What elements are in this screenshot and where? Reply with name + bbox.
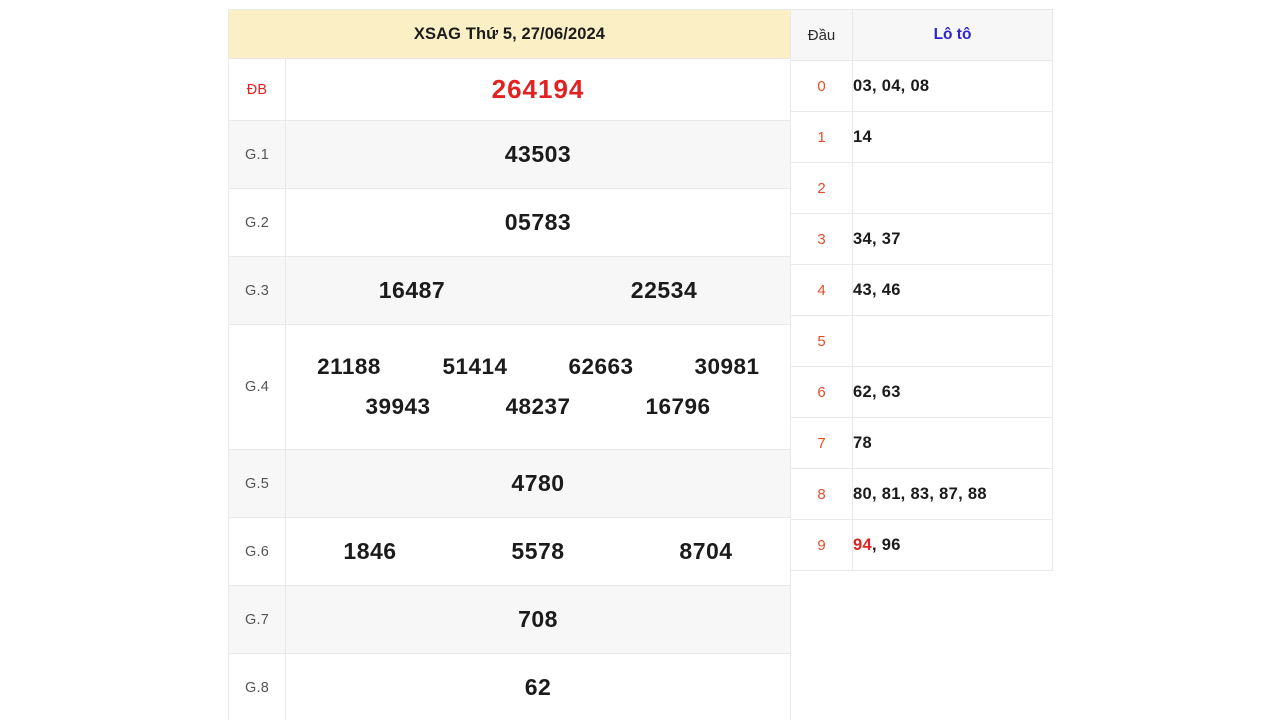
prize-number: 16796: [645, 394, 711, 419]
table-row[interactable]: G.7 708: [228, 585, 792, 654]
prize-label-g2: G.2: [228, 188, 286, 257]
loto-numbers-0: 03, 04, 08: [852, 60, 1053, 112]
table-row[interactable]: 8 80, 81, 83, 87, 88: [790, 468, 1053, 520]
loto-highlight-number: 94: [853, 535, 872, 554]
table-row[interactable]: 2: [790, 162, 1053, 214]
prize-number: 22534: [630, 277, 698, 303]
prize-number: 30981: [694, 354, 760, 379]
prize-number: 21188: [317, 354, 381, 379]
loto-dau-0: 0: [790, 60, 853, 112]
prize-label-g3: G.3: [228, 256, 286, 325]
prize-number: 05783: [504, 209, 572, 235]
table-row[interactable]: 0 03, 04, 08: [790, 60, 1053, 112]
loto-numbers-8: 80, 81, 83, 87, 88: [852, 468, 1053, 520]
loto-header-loto: Lô tô: [852, 9, 1053, 61]
loto-dau-8: 8: [790, 468, 853, 520]
loto-numbers-4: 43, 46: [852, 264, 1053, 316]
loto-numbers-3: 34, 37: [852, 213, 1053, 265]
loto-rest-numbers: , 96: [871, 535, 901, 554]
page-title: XSAG Thứ 5, 27/06/2024: [227, 9, 792, 59]
loto-summary-table: Đầu Lô tô 0 03, 04, 08 1 14 2 3 34, 37 4: [790, 9, 1053, 571]
table-row[interactable]: G.2 05783: [228, 188, 792, 257]
prize-number: 1846: [343, 538, 397, 564]
prize-label-g1: G.1: [228, 120, 286, 189]
prize-label-g4: G.4: [228, 324, 286, 450]
table-row[interactable]: G.5 4780: [228, 449, 792, 518]
prize-values-g2: 05783: [284, 188, 792, 257]
prize-number: 5578: [511, 538, 565, 564]
prize-number: 264194: [491, 74, 585, 104]
loto-dau-9: 9: [790, 519, 853, 571]
prize-number: 708: [518, 606, 558, 632]
table-row[interactable]: G.1 43503: [228, 120, 792, 189]
prize-number: 39943: [365, 394, 431, 419]
prize-label-db: ĐB: [228, 58, 286, 121]
table-row[interactable]: 1 14: [790, 111, 1053, 163]
prize-number: 43503: [504, 141, 572, 167]
prize-values-db: 264194: [284, 58, 792, 121]
prize-number: 4780: [511, 470, 565, 496]
prize-label-g7: G.7: [228, 585, 286, 654]
loto-dau-7: 7: [790, 417, 853, 469]
loto-numbers-5: [852, 315, 1053, 367]
table-row[interactable]: ĐB 264194: [228, 58, 792, 121]
prize-values-g5: 4780: [284, 449, 792, 518]
prize-label-g6: G.6: [228, 517, 286, 586]
table-row[interactable]: G.8 62: [228, 653, 792, 720]
prize-values-g6: 1846 5578 8704: [284, 517, 792, 586]
table-row[interactable]: 9 94, 96: [790, 519, 1053, 571]
table-row[interactable]: G.6 1846 5578 8704: [228, 517, 792, 586]
prize-values-g3: 16487 22534: [284, 256, 792, 325]
loto-dau-5: 5: [790, 315, 853, 367]
prize-values-g8: 62: [284, 653, 792, 720]
prize-number: 62: [524, 674, 552, 700]
loto-header-dau: Đầu: [790, 9, 853, 61]
prize-results-table: XSAG Thứ 5, 27/06/2024 ĐB 264194 G.1 435…: [227, 9, 792, 720]
table-row[interactable]: 5: [790, 315, 1053, 367]
table-row[interactable]: 3 34, 37: [790, 213, 1053, 265]
prize-number: 48237: [505, 394, 571, 419]
loto-dau-3: 3: [790, 213, 853, 265]
prize-values-g7: 708: [284, 585, 792, 654]
prize-number: 62663: [568, 354, 634, 379]
loto-dau-4: 4: [790, 264, 853, 316]
prize-number: 51414: [442, 354, 508, 379]
loto-numbers-2: [852, 162, 1053, 214]
prize-number: 8704: [679, 538, 733, 564]
loto-dau-6: 6: [790, 366, 853, 418]
prize-label-g5: G.5: [228, 449, 286, 518]
table-row[interactable]: 4 43, 46: [790, 264, 1053, 316]
prize-label-g8: G.8: [228, 653, 286, 720]
prize-values-g4: 21188 51414 62663 30981 39943 48237 1679…: [284, 324, 792, 450]
prize-number: 16487: [378, 277, 446, 303]
loto-dau-2: 2: [790, 162, 853, 214]
table-row[interactable]: G.4 21188 51414 62663 30981 39943 48237 …: [228, 324, 792, 450]
loto-numbers-1: 14: [852, 111, 1053, 163]
loto-header-row: Đầu Lô tô: [790, 9, 1053, 61]
table-row[interactable]: 7 78: [790, 417, 1053, 469]
loto-numbers-6: 62, 63: [852, 366, 1053, 418]
loto-numbers-7: 78: [852, 417, 1053, 469]
loto-dau-1: 1: [790, 111, 853, 163]
prize-values-g1: 43503: [284, 120, 792, 189]
prize-table-header-row: XSAG Thứ 5, 27/06/2024: [227, 9, 792, 59]
table-row[interactable]: G.3 16487 22534: [228, 256, 792, 325]
table-row[interactable]: 6 62, 63: [790, 366, 1053, 418]
loto-numbers-9: 94, 96: [852, 519, 1053, 571]
lottery-results-page: XSAG Thứ 5, 27/06/2024 ĐB 264194 G.1 435…: [0, 0, 1280, 720]
